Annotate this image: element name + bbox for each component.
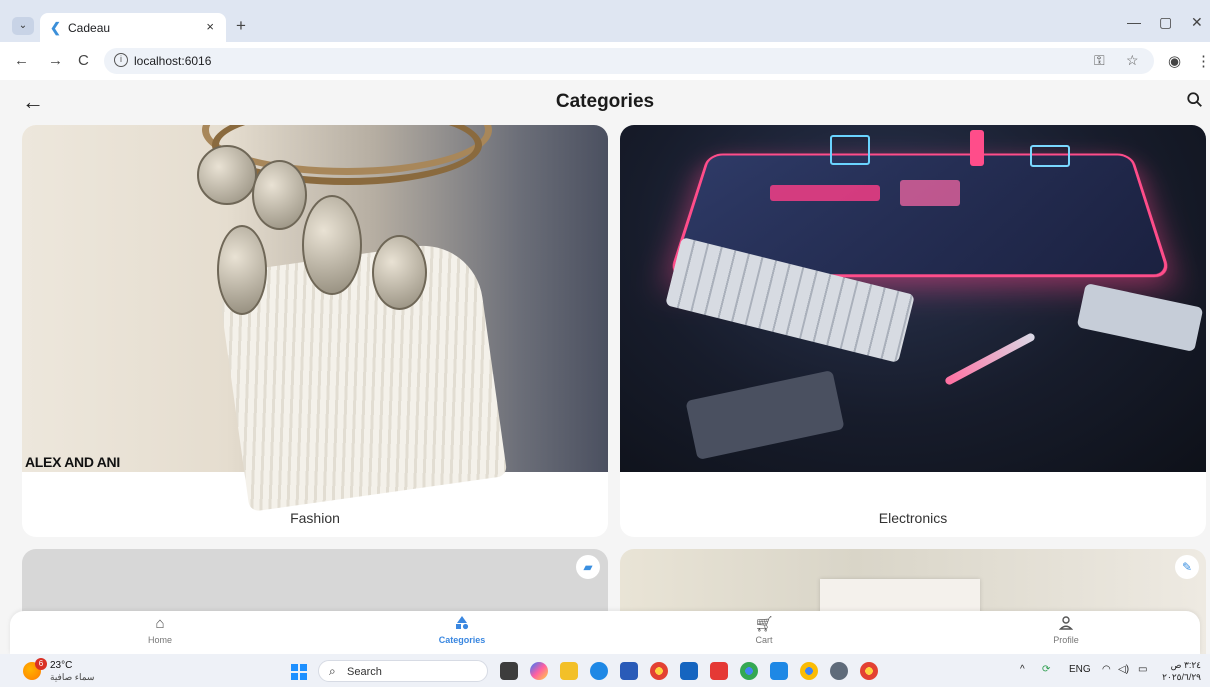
page-title: Categories: [555, 91, 655, 112]
nav-item-home[interactable]: ⌂ Home: [100, 615, 220, 645]
search-icon: ⌕: [329, 664, 336, 678]
charm-shape: [197, 145, 257, 205]
chrome-icon[interactable]: [650, 662, 668, 680]
star-icon[interactable]: ☆: [1126, 52, 1139, 69]
vscode-icon[interactable]: [770, 662, 788, 680]
pad-shape: [685, 370, 845, 460]
back-nav-button[interactable]: ←: [14, 52, 29, 69]
taskbar: 6 23°C سماء صافية ⌕ Search ^ ⟳ ENG ◠ ◁) …: [0, 654, 1210, 687]
menu-icon[interactable]: ⋮: [1196, 52, 1210, 70]
cart-icon: 🛒︎: [754, 616, 774, 633]
browser-tabstrip: ⌄ ❮ Cadeau × + — ▢ ✕: [0, 0, 1210, 42]
restore-button[interactable]: ▢: [1159, 14, 1172, 31]
outlook-icon[interactable]: [680, 662, 698, 680]
categories-icon: [402, 615, 522, 635]
tab-search-button[interactable]: ⌄: [12, 17, 34, 35]
hologram-shape: [900, 180, 960, 206]
weather-description: سماء صافية: [50, 672, 95, 682]
bottom-navigation: ⌂ Home Categories 🛒︎ Cart Profile: [10, 611, 1200, 654]
app-bar: ← Categories: [0, 80, 1210, 125]
app-viewport: ← Categories ALEX AND ANI Fashion Electr…: [0, 80, 1210, 654]
hologram-shape: [770, 185, 880, 201]
charm-shape: [217, 225, 267, 315]
car-icon: ▰: [576, 555, 600, 579]
electronics-image: [620, 125, 1206, 472]
volume-icon[interactable]: ◁): [1118, 664, 1129, 675]
windows-start-icon[interactable]: [291, 664, 307, 680]
flutter-favicon-icon: ❮: [50, 20, 61, 35]
wifi-icon[interactable]: ◠: [1102, 664, 1111, 675]
task-view-icon[interactable]: [500, 662, 518, 680]
hologram-shape: [830, 135, 870, 165]
browser-tab[interactable]: ❮ Cadeau ×: [40, 13, 226, 42]
category-card-fashion[interactable]: ALEX AND ANI Fashion: [22, 125, 608, 537]
clock-time: ٣:٢٤ ص: [1170, 660, 1201, 670]
chrome-profile-2-icon[interactable]: [800, 662, 818, 680]
forward-nav-button[interactable]: →: [48, 52, 63, 69]
copilot-icon[interactable]: [530, 662, 548, 680]
chrome-2-icon[interactable]: [860, 662, 878, 680]
weather-temperature[interactable]: 23°C: [50, 660, 72, 671]
nav-item-profile[interactable]: Profile: [1006, 615, 1126, 645]
address-bar[interactable]: i localhost:6016 ⚿ ☆: [104, 48, 1154, 74]
settings-icon[interactable]: [830, 662, 848, 680]
nav-label-categories: Categories: [438, 635, 486, 645]
category-label-fashion: Fashion: [290, 510, 340, 526]
chrome-profile-icon[interactable]: [740, 662, 758, 680]
charm-shape: [372, 235, 427, 310]
nav-item-cart[interactable]: 🛒︎ Cart: [704, 615, 824, 645]
phone-shape: [1076, 283, 1204, 352]
site-info-icon[interactable]: i: [114, 53, 128, 67]
tab-close-button[interactable]: ×: [206, 19, 214, 34]
search-icon[interactable]: [1186, 90, 1204, 110]
store-icon[interactable]: [620, 662, 638, 680]
clock-date: ٢٠٢٥/٦/٢٩: [1162, 672, 1201, 682]
hologram-shape: [1030, 145, 1070, 167]
nav-label-cart: Cart: [755, 635, 773, 645]
charm-shape: [252, 160, 307, 230]
key-icon[interactable]: ⚿: [1094, 52, 1105, 69]
taskbar-search-text: Search: [347, 666, 382, 678]
charm-shape: [302, 195, 362, 295]
file-explorer-icon[interactable]: [560, 662, 578, 680]
xampp-icon[interactable]: [710, 662, 728, 680]
language-indicator[interactable]: ENG: [1069, 664, 1091, 675]
nav-item-categories[interactable]: Categories: [402, 615, 522, 645]
pen-shape: [943, 331, 1037, 387]
sync-icon[interactable]: ⟳: [1042, 664, 1050, 675]
nav-label-profile: Profile: [1053, 635, 1079, 645]
url-text[interactable]: localhost:6016: [134, 54, 211, 68]
category-label-electronics: Electronics: [878, 510, 948, 526]
category-card-electronics[interactable]: Electronics: [620, 125, 1206, 537]
hologram-shape: [970, 130, 984, 166]
home-icon: ⌂: [155, 615, 165, 632]
tray-chevron-icon[interactable]: ^: [1020, 664, 1025, 675]
close-window-button[interactable]: ✕: [1191, 14, 1203, 31]
browser-toolbar: ← → C i localhost:6016 ⚿ ☆ ◉ ⋮: [0, 42, 1210, 80]
image-brand-text: ALEX AND ANI: [25, 454, 120, 470]
edge-icon[interactable]: [590, 662, 608, 680]
new-tab-button[interactable]: +: [236, 16, 246, 36]
fashion-image: ALEX AND ANI: [22, 125, 608, 512]
battery-icon[interactable]: ▭: [1138, 664, 1147, 675]
weather-badge: 6: [35, 658, 47, 670]
minimize-button[interactable]: —: [1127, 14, 1141, 30]
taskbar-search[interactable]: ⌕ Search: [318, 660, 488, 682]
pencil-icon: ✎: [1175, 555, 1199, 579]
reload-button[interactable]: C: [78, 52, 89, 69]
system-clock[interactable]: ٣:٢٤ ص ٢٠٢٥/٦/٢٩: [1162, 659, 1201, 683]
nav-label-home: Home: [147, 635, 172, 645]
profile-icon: [1006, 615, 1126, 635]
profile-icon[interactable]: ◉: [1168, 52, 1181, 70]
tab-title: Cadeau: [68, 21, 111, 35]
